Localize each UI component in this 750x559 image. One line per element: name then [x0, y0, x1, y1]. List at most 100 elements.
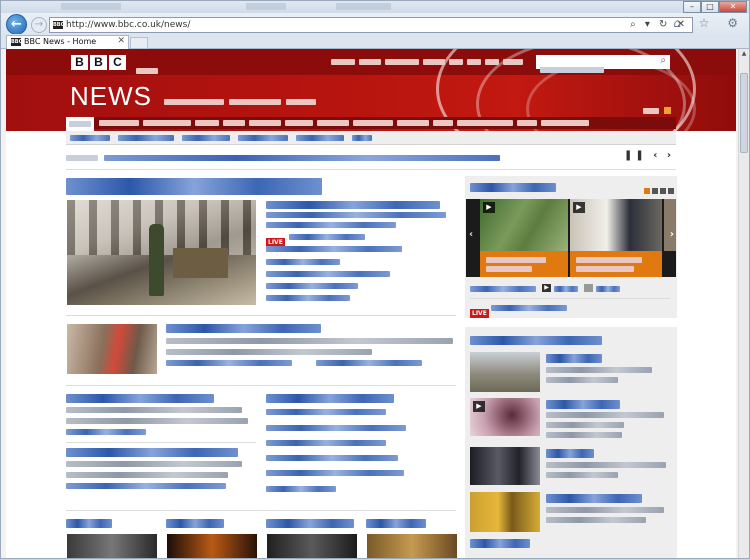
- address-bar[interactable]: BBC http://www.bbc.co.uk/news/ ⌕ ▾ ↻ ✕: [49, 17, 693, 33]
- related-link[interactable]: [266, 271, 390, 277]
- related-link[interactable]: [266, 283, 358, 289]
- video-thumb[interactable]: ▶: [570, 199, 662, 251]
- top-story-photo[interactable]: [67, 200, 256, 305]
- search-icon[interactable]: ⌕: [660, 55, 666, 66]
- teaser-heading[interactable]: [66, 519, 112, 528]
- feature-headline[interactable]: [470, 539, 530, 548]
- masthead: B B C ⌕ NEWS: [6, 49, 736, 131]
- carousel-dot[interactable]: [644, 188, 650, 194]
- feature-headline[interactable]: [546, 494, 642, 503]
- video-carousel[interactable]: ▶ ▶ ‹ ›: [466, 199, 676, 277]
- related-link[interactable]: [266, 409, 386, 415]
- story-link[interactable]: [166, 360, 292, 366]
- url-text[interactable]: http://www.bbc.co.uk/news/: [66, 20, 190, 30]
- feature-photo[interactable]: [470, 492, 540, 532]
- video-caption[interactable]: [570, 251, 662, 277]
- speaker-icon[interactable]: [584, 284, 593, 292]
- teaser-heading[interactable]: [166, 519, 224, 528]
- feature-photo[interactable]: ▶: [470, 398, 540, 436]
- live-link[interactable]: [491, 305, 567, 311]
- global-nav-links[interactable]: [331, 59, 523, 65]
- carousel-dots[interactable]: [644, 188, 674, 194]
- close-tab-icon[interactable]: ✕: [117, 36, 125, 46]
- back-button[interactable]: ←: [6, 14, 27, 35]
- related-link[interactable]: [266, 470, 404, 476]
- news-title[interactable]: NEWS: [70, 81, 152, 112]
- video-thumb[interactable]: ▶: [480, 199, 568, 251]
- vertical-scrollbar[interactable]: ▲: [738, 49, 749, 558]
- play-icon[interactable]: ▶: [542, 284, 551, 292]
- video-link[interactable]: [470, 286, 536, 292]
- window-controls: – □ ✕: [683, 1, 747, 13]
- scroll-up-icon[interactable]: ▲: [740, 50, 748, 59]
- carousel-prev-icon[interactable]: ‹: [469, 229, 473, 240]
- story-headline[interactable]: [266, 394, 394, 403]
- video-thumb[interactable]: [664, 199, 676, 251]
- bbc-logo-letter: B: [71, 55, 88, 70]
- video-panel-heading[interactable]: [470, 183, 556, 192]
- related-link[interactable]: [289, 234, 365, 240]
- carousel-dot[interactable]: [660, 188, 666, 194]
- toolbar-icons[interactable]: ⌂ ☆ ⚙: [673, 16, 745, 30]
- teaser-heading[interactable]: [366, 519, 426, 528]
- scroll-thumb[interactable]: [740, 73, 748, 153]
- divider: [66, 169, 676, 170]
- minimize-button[interactable]: –: [683, 1, 701, 13]
- related-link[interactable]: [266, 246, 402, 252]
- teaser-heading[interactable]: [266, 519, 354, 528]
- related-link[interactable]: [266, 455, 398, 461]
- story-link[interactable]: [316, 360, 422, 366]
- teaser-photo[interactable]: [367, 534, 457, 558]
- sub-nav-items[interactable]: [70, 135, 372, 141]
- teaser-photo[interactable]: [67, 534, 157, 558]
- feature-photo[interactable]: [470, 447, 540, 485]
- video-caption[interactable]: [480, 251, 568, 277]
- feature-headline[interactable]: [546, 449, 594, 458]
- divider: [66, 315, 456, 316]
- new-tab-button[interactable]: [130, 37, 148, 49]
- story-summary: [166, 349, 372, 355]
- forward-button[interactable]: →: [31, 17, 47, 33]
- tab-bbc-news[interactable]: BBC BBC News - Home ✕: [6, 35, 129, 49]
- feature-photo[interactable]: [470, 352, 540, 392]
- carousel-next-icon[interactable]: ›: [670, 229, 674, 240]
- related-link[interactable]: [266, 486, 336, 492]
- related-link[interactable]: [266, 259, 340, 265]
- bbc-logo[interactable]: B B C: [71, 55, 126, 70]
- ticker-controls[interactable]: ❚❚ ‹ ›: [624, 150, 674, 161]
- teaser-photo[interactable]: [167, 534, 257, 558]
- carousel-dot[interactable]: [668, 188, 674, 194]
- feature-headline[interactable]: [546, 354, 602, 363]
- rss-link[interactable]: [643, 99, 672, 118]
- feature-summary: [546, 412, 664, 418]
- play-icon[interactable]: ▶: [573, 202, 585, 213]
- story-link[interactable]: [66, 483, 226, 489]
- story-photo[interactable]: [67, 324, 157, 374]
- top-story-headline[interactable]: [66, 178, 322, 195]
- masthead-sub-links[interactable]: [164, 99, 316, 105]
- maximize-button[interactable]: □: [701, 1, 719, 13]
- story-link[interactable]: [66, 429, 146, 435]
- feature-summary: [546, 507, 664, 513]
- global-nav-item[interactable]: [136, 59, 158, 78]
- story-headline[interactable]: [66, 448, 238, 457]
- related-link[interactable]: [266, 440, 386, 446]
- search-input[interactable]: ⌕: [536, 55, 670, 73]
- play-icon[interactable]: ▶: [483, 202, 495, 213]
- teaser-photo[interactable]: [267, 534, 357, 558]
- play-icon[interactable]: ▶: [473, 401, 485, 412]
- bbc-favicon-icon: BBC: [53, 21, 65, 29]
- nav-item-home[interactable]: [66, 117, 94, 131]
- audio-link[interactable]: [596, 286, 620, 292]
- ticker-text[interactable]: [66, 155, 500, 161]
- video-link[interactable]: [554, 286, 578, 292]
- features-heading[interactable]: [470, 336, 602, 345]
- nav-items[interactable]: [99, 120, 589, 126]
- feature-headline[interactable]: [546, 400, 620, 409]
- related-link[interactable]: [266, 295, 350, 301]
- related-link[interactable]: [266, 425, 406, 431]
- story-headline[interactable]: [166, 324, 321, 333]
- carousel-dot[interactable]: [652, 188, 658, 194]
- story-headline[interactable]: [66, 394, 214, 403]
- close-window-button[interactable]: ✕: [719, 1, 747, 13]
